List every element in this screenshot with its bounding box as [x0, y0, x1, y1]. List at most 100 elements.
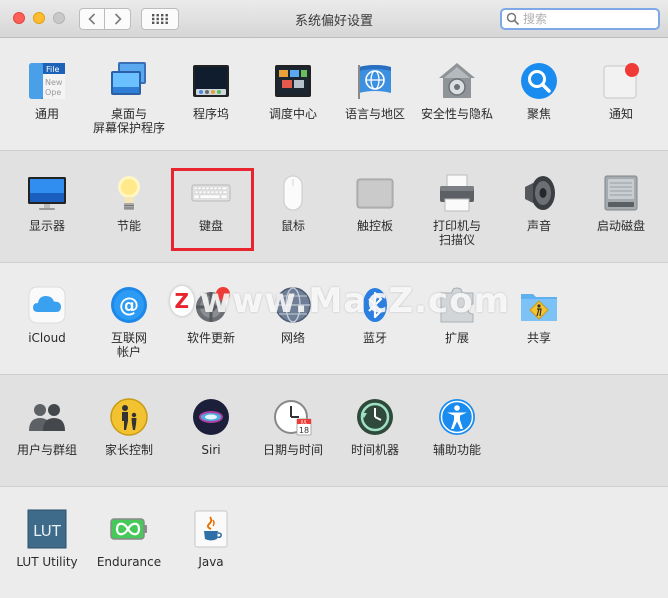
- siri-icon: [191, 397, 231, 437]
- pref-pane-label: 蓝牙: [362, 331, 387, 345]
- pref-pane-label: 日期与时间: [262, 443, 323, 457]
- pref-pane-label: 程序坞: [192, 107, 229, 121]
- title-bar: 系统偏好设置: [0, 0, 668, 38]
- search-field[interactable]: [500, 8, 660, 30]
- pref-pane-notifications[interactable]: 通知: [580, 61, 662, 121]
- pref-pane-label: 桌面与 屏幕保护程序: [92, 107, 165, 135]
- pref-pane-label: 时间机器: [350, 443, 399, 457]
- pref-pane-accessibility[interactable]: 辅助功能: [416, 397, 498, 457]
- pref-pane-label: 安全性与隐私: [420, 107, 493, 121]
- pref-pane-label: 声音: [526, 219, 551, 233]
- sound-icon: [519, 173, 559, 213]
- pref-pane-trackpad[interactable]: 触控板: [334, 173, 416, 233]
- users-groups-icon: [27, 397, 67, 437]
- pref-pane-label: 调度中心: [268, 107, 317, 121]
- pref-pane-label: Java: [198, 555, 224, 569]
- pref-pane-lut-utility[interactable]: LUT LUT Utility: [6, 509, 88, 569]
- date-time-icon: JUL 18: [273, 397, 313, 437]
- pref-pane-desktop-screensaver[interactable]: 桌面与 屏幕保护程序: [88, 61, 170, 135]
- pref-pane-endurance[interactable]: Endurance: [88, 509, 170, 569]
- keyboard-highlight-box: [171, 168, 254, 251]
- pref-pane-startup-disk[interactable]: 启动磁盘: [580, 173, 662, 233]
- pref-pane-mouse[interactable]: 鼠标: [252, 173, 334, 233]
- pref-pane-dock[interactable]: 程序坞: [170, 61, 252, 121]
- desktop-screensaver-icon: [109, 61, 149, 101]
- search-icon: [506, 12, 520, 26]
- pref-pane-bluetooth[interactable]: 蓝牙: [334, 285, 416, 345]
- displays-icon: [27, 173, 67, 213]
- printers-scanners-icon: [437, 173, 477, 213]
- pref-pane-label: 家长控制: [104, 443, 153, 457]
- parental-controls-icon: [109, 397, 149, 437]
- pref-pane-time-machine[interactable]: 时间机器: [334, 397, 416, 457]
- internet-accounts-icon: @: [109, 285, 149, 325]
- security-privacy-icon: [437, 61, 477, 101]
- search-input[interactable]: [520, 12, 653, 26]
- pref-pane-internet-accounts[interactable]: @ 互联网 帐户: [88, 285, 170, 359]
- extensions-icon: [437, 285, 477, 325]
- pref-pane-spotlight[interactable]: 聚焦: [498, 61, 580, 121]
- language-region-icon: [355, 61, 395, 101]
- pref-pane-label: 网络: [280, 331, 305, 345]
- pref-pane-label: 打印机与 扫描仪: [432, 219, 481, 247]
- lut-utility-icon: LUT: [27, 509, 67, 549]
- pref-pane-siri[interactable]: Siri: [170, 397, 252, 457]
- pref-pane-label: 触控板: [356, 219, 393, 233]
- lut-icon-text: LUT: [33, 522, 62, 540]
- pref-pane-label: 辅助功能: [432, 443, 481, 457]
- calendar-day-text: 18: [299, 426, 309, 435]
- pref-pane-displays[interactable]: 显示器: [6, 173, 88, 233]
- energy-saver-icon: [109, 173, 149, 213]
- general-icon-open-text: Ope: [45, 88, 61, 97]
- pref-pane-label: Siri: [201, 443, 221, 457]
- pref-pane-label: 软件更新: [186, 331, 235, 345]
- pref-pane-mission-control[interactable]: 调度中心: [252, 61, 334, 121]
- endurance-icon: [109, 509, 149, 549]
- pref-pane-label: 鼠标: [280, 219, 305, 233]
- pref-pane-date-time[interactable]: JUL 18 日期与时间: [252, 397, 334, 457]
- pref-pane-label: 通用: [34, 107, 59, 121]
- trackpad-icon: [355, 173, 395, 213]
- calendar-month-text: JUL: [300, 419, 308, 424]
- pref-pane-label: iCloud: [28, 331, 66, 345]
- pref-pane-label: 聚焦: [526, 107, 551, 121]
- system-preferences-window: 系统偏好设置 File New Ope 通用: [0, 0, 668, 598]
- general-icon: File New Ope: [27, 61, 67, 101]
- notifications-icon: [601, 61, 641, 101]
- java-icon: [191, 509, 231, 549]
- svg-text:@: @: [119, 293, 139, 317]
- pref-pane-security-privacy[interactable]: 安全性与隐私: [416, 61, 498, 121]
- pref-pane-label: 启动磁盘: [596, 219, 645, 233]
- pref-pane-language-region[interactable]: 语言与地区: [334, 61, 416, 121]
- pref-pane-label: 节能: [116, 219, 141, 233]
- pref-pane-label: 共享: [526, 331, 551, 345]
- pref-pane-extensions[interactable]: 扩展: [416, 285, 498, 345]
- mission-control-icon: [273, 61, 313, 101]
- pref-pane-general[interactable]: File New Ope 通用: [6, 61, 88, 121]
- sharing-icon: [519, 285, 559, 325]
- pref-pane-printers-scanners[interactable]: 打印机与 扫描仪: [416, 173, 498, 247]
- pref-pane-software-update[interactable]: 软件更新: [170, 285, 252, 345]
- software-update-icon: [191, 285, 231, 325]
- pref-pane-sharing[interactable]: 共享: [498, 285, 580, 345]
- pref-pane-label: 用户与群组: [16, 443, 77, 457]
- pref-pane-label: 语言与地区: [344, 107, 405, 121]
- dock-icon: [191, 61, 231, 101]
- icloud-icon: [27, 285, 67, 325]
- pref-pane-parental-controls[interactable]: 家长控制: [88, 397, 170, 457]
- pref-pane-label: 显示器: [28, 219, 65, 233]
- pref-pane-users-groups[interactable]: 用户与群组: [6, 397, 88, 457]
- network-icon: [273, 285, 313, 325]
- pref-pane-sound[interactable]: 声音: [498, 173, 580, 233]
- pref-pane-label: 扩展: [444, 331, 469, 345]
- pref-pane-icloud[interactable]: iCloud: [6, 285, 88, 345]
- pref-pane-label: 通知: [608, 107, 633, 121]
- pref-pane-energy-saver[interactable]: 节能: [88, 173, 170, 233]
- bluetooth-icon: [355, 285, 395, 325]
- accessibility-icon: [437, 397, 477, 437]
- pref-pane-label: Endurance: [96, 555, 162, 569]
- time-machine-icon: [355, 397, 395, 437]
- pref-pane-network[interactable]: 网络: [252, 285, 334, 345]
- pref-pane-label: 互联网 帐户: [110, 331, 147, 359]
- pref-pane-java[interactable]: Java: [170, 509, 252, 569]
